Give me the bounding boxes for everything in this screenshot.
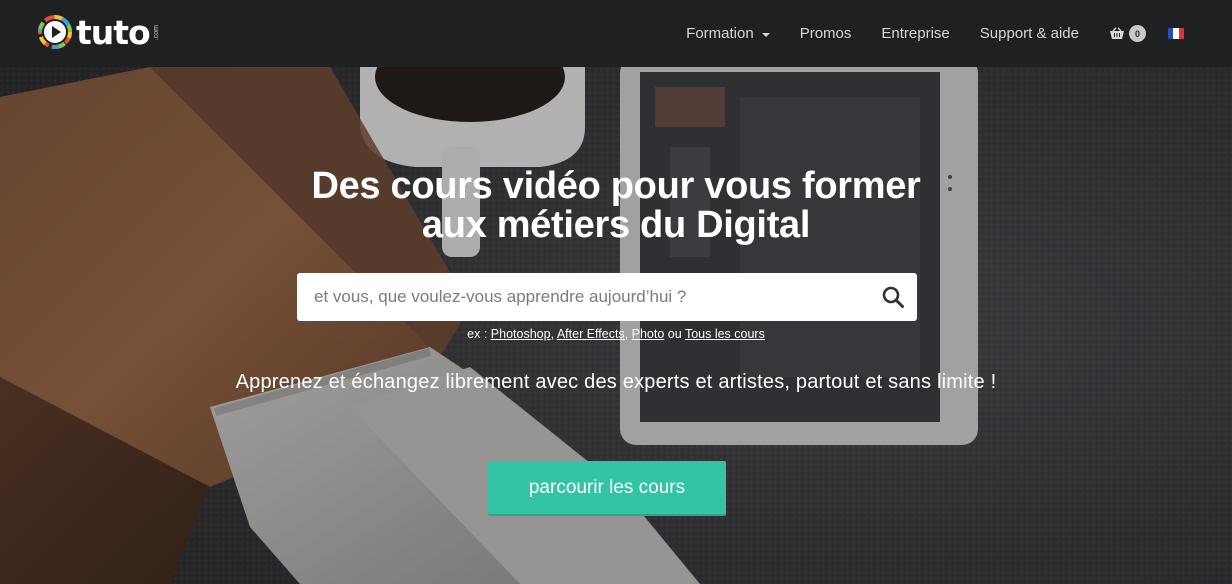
nav-item-entreprise[interactable]: Entreprise [881, 25, 949, 42]
nav-item-label: Formation [686, 25, 754, 42]
example-link-after-effects[interactable]: After Effects [557, 327, 625, 341]
browse-courses-button[interactable]: parcourir les cours [488, 461, 726, 514]
chevron-down-icon [761, 32, 770, 37]
basket-icon [1110, 26, 1124, 39]
main-nav: Formation Promos Entreprise Support & ai… [686, 0, 1232, 67]
flag-red-stripe [1178, 28, 1184, 39]
headline-line-2: aux métiers du Digital [421, 204, 811, 246]
headline-line-1: Des cours vidéo pour vous former [311, 165, 921, 207]
logo-domain-suffix: .com [152, 25, 160, 41]
examples-prefix: ex : [467, 327, 491, 341]
all-courses-link[interactable]: Tous les cours [685, 327, 765, 341]
hero-tagline: Apprenez et échangez librement avec des … [235, 371, 997, 393]
example-link-photo[interactable]: Photo [632, 327, 665, 341]
browse-courses-label: parcourir les cours [528, 476, 686, 498]
logo-text: tuto [76, 12, 151, 52]
examples-separator: , [624, 327, 632, 341]
search-examples: ex : Photoshop, After Effects, Photo ou … [0, 327, 1232, 341]
nav-item-support[interactable]: Support & aide [980, 25, 1079, 42]
hero-headline: Des cours vidéo pour vous former aux mét… [0, 167, 1232, 245]
hero-section: Des cours vidéo pour vous former aux mét… [0, 67, 1232, 584]
nav-item-formation[interactable]: Formation [686, 25, 770, 42]
language-flag-fr[interactable] [1168, 28, 1184, 39]
search-icon[interactable] [881, 285, 905, 309]
examples-or: ou [664, 327, 685, 341]
nav-item-label: Promos [799, 25, 852, 42]
cart-button[interactable]: 0 [1109, 25, 1146, 42]
nav-item-label: Entreprise [881, 25, 950, 42]
nav-item-label: Support & aide [979, 25, 1079, 42]
nav-item-promos[interactable]: Promos [800, 25, 852, 42]
top-navbar: tuto .com Formation Promos Entreprise Su… [0, 0, 1232, 67]
example-link-photoshop[interactable]: Photoshop [491, 327, 551, 341]
search-input[interactable] [297, 273, 867, 321]
play-logo-icon [38, 15, 72, 49]
search-box [297, 273, 917, 321]
cart-count-badge: 0 [1129, 25, 1146, 42]
logo[interactable]: tuto .com [38, 14, 160, 50]
